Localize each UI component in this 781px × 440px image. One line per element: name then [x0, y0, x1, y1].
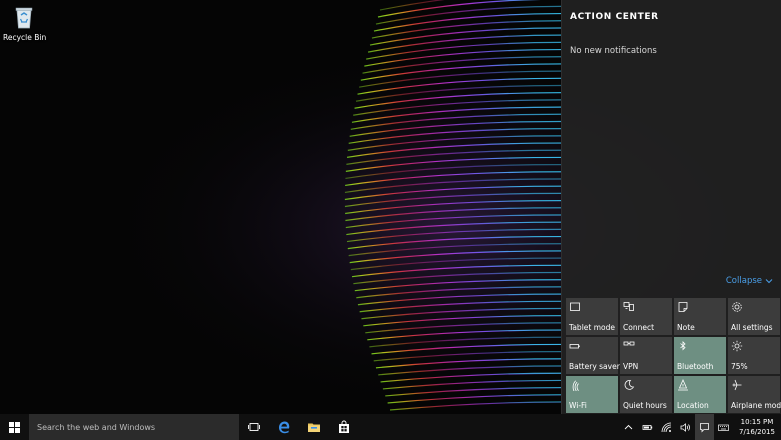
- quick-action-label: Battery saver: [569, 362, 620, 371]
- gear-icon: [731, 301, 743, 313]
- collapse-label: Collapse: [725, 276, 762, 286]
- quick-action-label: VPN: [623, 362, 639, 371]
- edge-button[interactable]: [269, 414, 299, 440]
- quick-action-note[interactable]: Note: [674, 298, 726, 335]
- moon-icon: [623, 379, 635, 391]
- file-explorer-button[interactable]: [299, 414, 329, 440]
- network-tray-button[interactable]: [657, 414, 676, 440]
- quick-actions-grid: Tablet mode Connect Note All settings Ba…: [566, 298, 781, 413]
- collapse-button[interactable]: Collapse: [726, 276, 773, 286]
- note-icon: [677, 301, 689, 313]
- desktop-icon-label: Recycle Bin: [3, 33, 47, 42]
- file-explorer-icon: [308, 423, 320, 432]
- quick-action-label: Wi-Fi: [569, 401, 587, 410]
- quick-action-location[interactable]: Location: [674, 376, 726, 413]
- wifi-tray-icon: [661, 422, 672, 432]
- quick-action-label: Airplane mode: [731, 401, 781, 410]
- quick-action-quiet-hours[interactable]: Quiet hours: [620, 376, 672, 413]
- clock-time: 10:15 PM: [740, 418, 774, 426]
- quick-action-label: All settings: [731, 323, 773, 332]
- action-center-panel: ACTION CENTER No new notifications Colla…: [561, 0, 781, 414]
- location-icon: [677, 379, 689, 391]
- tablet-icon: [569, 301, 581, 313]
- start-button[interactable]: [0, 414, 29, 440]
- task-view-button[interactable]: [239, 414, 269, 440]
- quick-action-connect[interactable]: Connect: [620, 298, 672, 335]
- search-box[interactable]: [29, 414, 239, 440]
- airplane-icon: [731, 379, 743, 391]
- windows-logo-icon: [9, 421, 20, 433]
- quick-action-tablet-mode[interactable]: Tablet mode: [566, 298, 618, 335]
- quick-action-label: Location: [677, 401, 709, 410]
- wifi-icon: [569, 379, 581, 391]
- quick-action-vpn[interactable]: VPN: [620, 337, 672, 374]
- touch-keyboard-button[interactable]: [714, 414, 733, 440]
- show-hidden-icons-button[interactable]: [619, 414, 638, 440]
- battery-tray-button[interactable]: [638, 414, 657, 440]
- taskbar: 10:15 PM 7/16/2015: [0, 414, 781, 440]
- quick-action-wifi[interactable]: Wi-Fi: [566, 376, 618, 413]
- battery-tray-icon: [642, 424, 653, 430]
- bluetooth-icon: [677, 340, 689, 352]
- chevron-up-icon: [624, 424, 633, 429]
- quick-action-label: Tablet mode: [569, 323, 615, 332]
- clock-date: 7/16/2015: [739, 428, 775, 436]
- quick-action-airplane-mode[interactable]: Airplane mode: [728, 376, 781, 413]
- quick-action-label: Bluetooth: [677, 362, 714, 371]
- volume-tray-button[interactable]: [676, 414, 695, 440]
- volume-icon: [680, 422, 690, 432]
- task-view-icon: [248, 423, 260, 431]
- quick-action-label: 75%: [731, 362, 748, 371]
- quick-action-bluetooth[interactable]: Bluetooth: [674, 337, 726, 374]
- no-notifications-message: No new notifications: [570, 46, 657, 56]
- search-input[interactable]: [37, 422, 232, 432]
- store-button[interactable]: [329, 414, 359, 440]
- vpn-icon: [623, 340, 635, 352]
- quick-action-label: Quiet hours: [623, 401, 667, 410]
- store-icon: [339, 420, 349, 433]
- connect-icon: [623, 301, 635, 313]
- brightness-icon: [731, 340, 743, 352]
- taskbar-clock[interactable]: 10:15 PM 7/16/2015: [733, 414, 781, 440]
- quick-action-brightness[interactable]: 75%: [728, 337, 780, 374]
- quick-action-label: Connect: [623, 323, 655, 332]
- recycle-bin-icon: [13, 4, 35, 30]
- battery-icon: [569, 340, 581, 352]
- quick-action-battery-saver[interactable]: Battery saver: [566, 337, 620, 374]
- action-center-title: ACTION CENTER: [570, 12, 659, 22]
- action-center-tray-button[interactable]: [695, 414, 714, 440]
- keyboard-icon: [718, 424, 729, 431]
- edge-icon: [279, 421, 290, 434]
- desktop-icon-recycle-bin[interactable]: Recycle Bin: [3, 4, 47, 42]
- chevron-down-icon: [765, 279, 773, 284]
- action-center-icon: [700, 422, 709, 432]
- quick-action-all-settings[interactable]: All settings: [728, 298, 780, 335]
- quick-action-label: Note: [677, 323, 695, 332]
